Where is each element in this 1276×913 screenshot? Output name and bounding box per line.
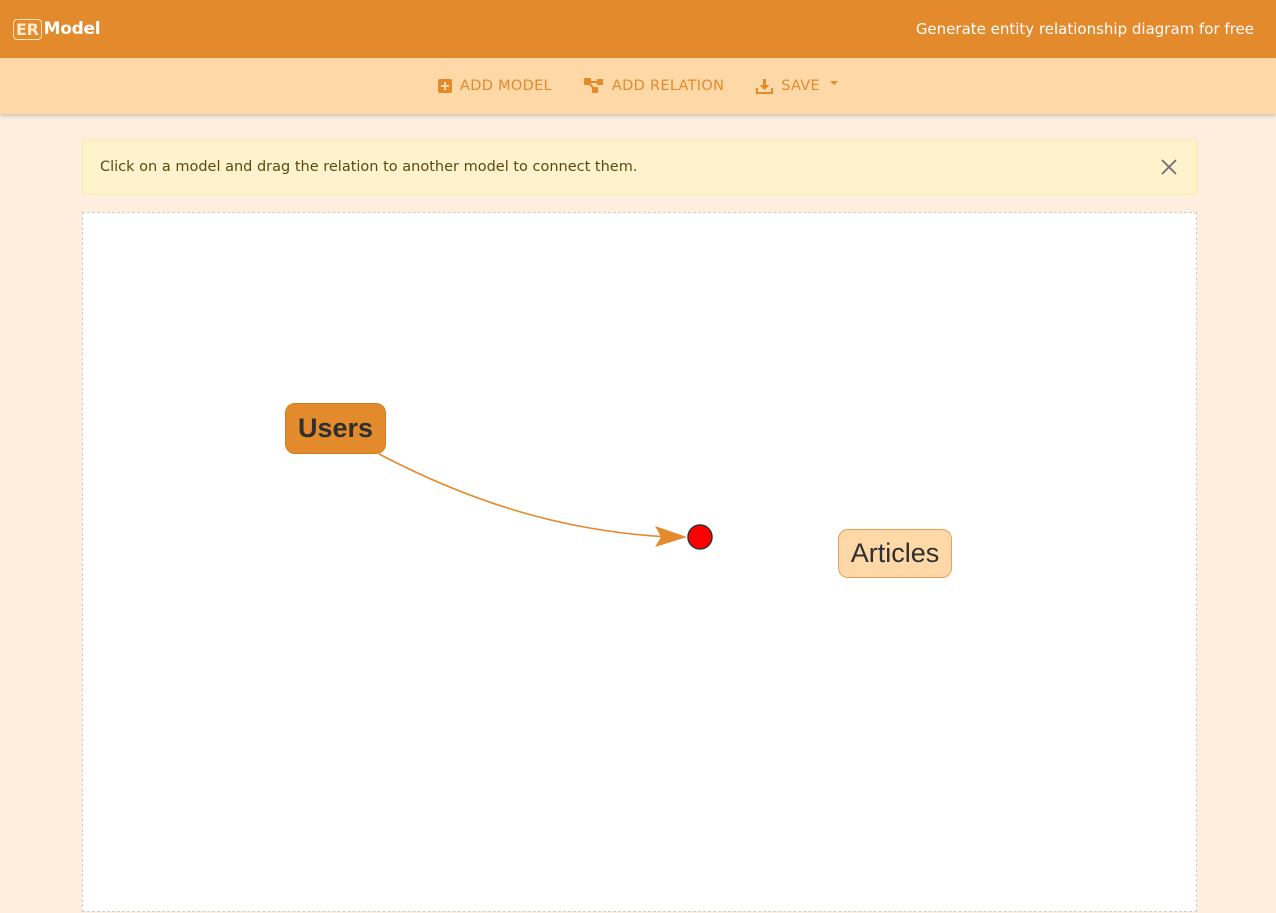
top-navbar: ER Model Generate entity relationship di… xyxy=(0,0,1276,58)
info-alert: Click on a model and drag the relation t… xyxy=(82,139,1197,195)
relation-drag-handle[interactable] xyxy=(687,524,713,550)
tagline: Generate entity relationship diagram for… xyxy=(915,20,1254,38)
toolbar: ADD MODEL ADD RELATION SAVE xyxy=(0,58,1276,114)
app-logo[interactable]: ER Model xyxy=(13,18,101,40)
relation-nodes-icon xyxy=(583,78,603,93)
model-node-label: Users xyxy=(297,413,374,443)
logo-text: Model xyxy=(43,19,101,39)
add-relation-button[interactable]: ADD RELATION xyxy=(583,72,725,100)
add-model-button[interactable]: ADD MODEL xyxy=(438,72,552,100)
close-alert-button[interactable] xyxy=(1160,158,1178,176)
alert-message: Click on a model and drag the relation t… xyxy=(100,159,638,175)
relation-edge[interactable] xyxy=(378,453,669,538)
model-node-label: Articles xyxy=(850,538,940,568)
add-relation-label: ADD RELATION xyxy=(611,78,725,94)
add-model-label: ADD MODEL xyxy=(460,78,552,94)
close-icon xyxy=(1161,159,1177,175)
save-label: SAVE xyxy=(781,78,820,94)
save-dropdown-button[interactable]: SAVE xyxy=(756,72,838,101)
download-icon xyxy=(756,78,774,94)
caret-down-icon xyxy=(829,81,838,85)
diagram-canvas[interactable]: Users Articles xyxy=(82,212,1197,912)
relations-layer xyxy=(378,453,713,550)
model-node-users[interactable]: Users xyxy=(285,403,386,454)
plus-square-icon xyxy=(438,79,453,93)
logo-er-box: ER xyxy=(13,18,42,40)
model-node-articles[interactable]: Articles xyxy=(838,529,952,578)
